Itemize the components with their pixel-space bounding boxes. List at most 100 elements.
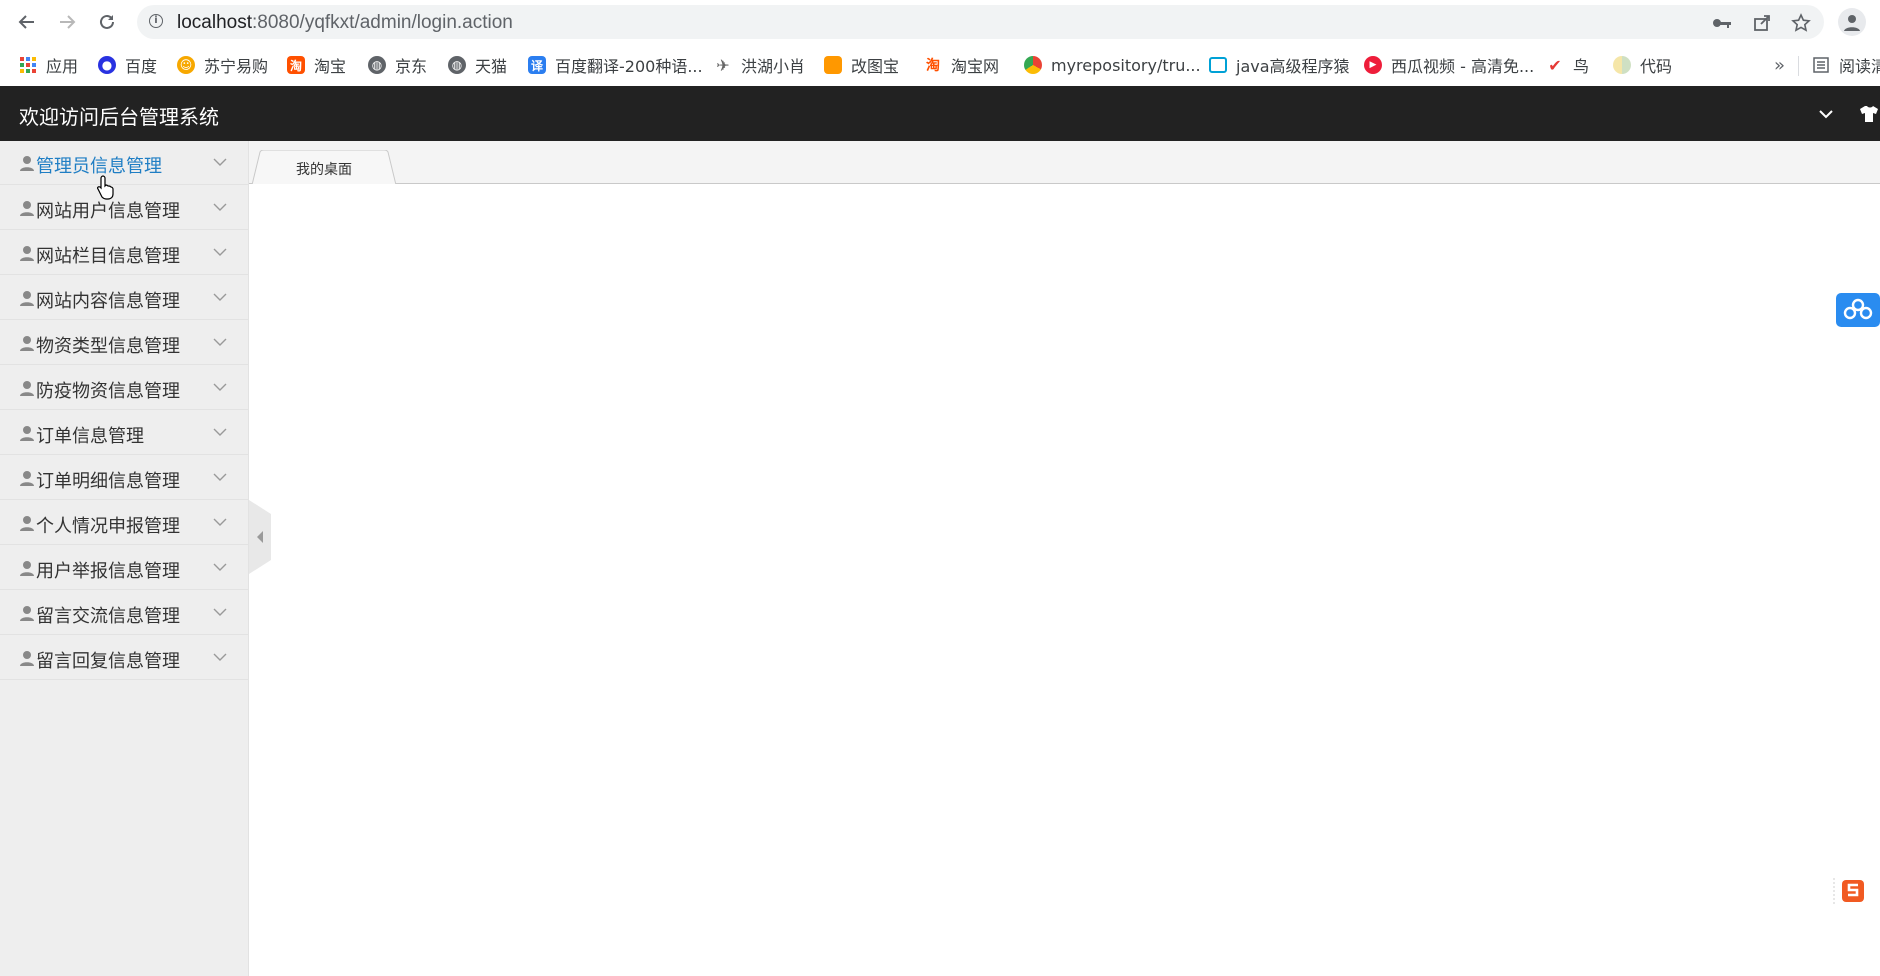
sidebar-collapse-handle[interactable] <box>249 500 271 574</box>
site-info-icon[interactable]: i <box>149 14 163 28</box>
tab-label: 我的桌面 <box>296 162 352 178</box>
bookmarks-bar: 应用 ● 百度 ☺ 苏宁易购 淘 淘宝 ◍ 京东 ◍ 天猫 译 百度翻译-200… <box>0 44 1880 87</box>
back-button[interactable] <box>13 8 41 36</box>
sidebar-item-message-replies[interactable]: 留言回复信息管理 <box>0 636 248 680</box>
chevron-down-icon <box>213 203 227 211</box>
sidebar-item-admin-info[interactable]: 管理员信息管理 <box>0 141 248 185</box>
sidebar-item-label: 个人情况申报管理 <box>36 516 180 537</box>
app-header: 欢迎访问后台管理系统 <box>0 86 1880 141</box>
tab-my-desktop[interactable]: 我的桌面 <box>252 150 396 185</box>
chevron-down-icon <box>213 428 227 436</box>
bookmark-baidu[interactable]: ● 百度 <box>98 54 157 76</box>
sidebar-item-site-content[interactable]: 网站内容信息管理 <box>0 276 248 320</box>
bookmark-star-icon[interactable] <box>1790 12 1812 34</box>
bookmark-honghu[interactable]: ✈ 洪湖小肖 <box>714 54 806 77</box>
chevron-down-icon <box>213 653 227 661</box>
bookmark-java[interactable]: java高级程序猿 <box>1209 54 1350 76</box>
bookmark-label: 天猫 <box>475 57 508 76</box>
bookmark-suning[interactable]: ☺ 苏宁易购 <box>177 54 268 76</box>
chevron-down-icon <box>213 338 227 346</box>
sidebar-item-epidemic-supplies[interactable]: 防疫物资信息管理 <box>0 366 248 410</box>
user-icon <box>20 291 34 306</box>
app-title: 欢迎访问后台管理系统 <box>19 105 219 129</box>
arrow-right-icon <box>60 15 76 29</box>
chevron-down-icon[interactable] <box>1816 104 1836 124</box>
sidebar-item-order-details[interactable]: 订单明细信息管理 <box>0 456 248 500</box>
overflow-chevron-icon: » <box>1774 54 1786 76</box>
bookmark-label: 代码 <box>1640 57 1673 76</box>
taobao-icon: 淘 <box>287 56 305 74</box>
user-icon <box>20 471 34 486</box>
user-icon <box>20 516 34 531</box>
bookmark-niao[interactable]: ✔ 鸟 <box>1546 54 1589 77</box>
user-icon <box>20 201 34 216</box>
url-host: localhost <box>177 12 252 33</box>
cloud-sync-floating-icon[interactable] <box>1836 293 1880 327</box>
reading-list-label: 阅读清 <box>1839 57 1880 76</box>
bookmark-label: 应用 <box>46 57 79 76</box>
user-icon <box>20 426 34 441</box>
globe-icon: ◍ <box>448 56 466 74</box>
share-icon[interactable] <box>1751 12 1773 34</box>
bookmark-label: 洪湖小肖 <box>741 57 806 76</box>
input-method-s-icon[interactable] <box>1832 876 1880 906</box>
user-icon <box>20 381 34 396</box>
bookmark-label: myrepository/tru... <box>1051 55 1201 75</box>
sidebar-item-site-users[interactable]: 网站用户信息管理 <box>0 186 248 230</box>
bookmark-xigua[interactable]: ▶ 西瓜视频 - 高清免... <box>1364 54 1534 76</box>
reading-list-button[interactable]: 阅读清 <box>1812 54 1880 76</box>
bilibili-tv-icon <box>1209 57 1227 73</box>
url-text[interactable]: localhost:8080/yqfkxt/admin/login.action <box>177 12 513 34</box>
hand-cursor-icon <box>97 175 114 200</box>
sidebar-menu: 管理员信息管理 网站用户信息管理 网站栏目信息管理 网站内容信息管理 物资类型信… <box>0 141 249 976</box>
baidu-translate-icon: 译 <box>528 56 546 74</box>
user-icon <box>20 156 34 171</box>
arrow-left-icon <box>18 15 34 29</box>
key-icon[interactable] <box>1711 12 1733 34</box>
user-icon <box>20 246 34 261</box>
moon-icon <box>1613 56 1631 74</box>
sidebar-item-site-columns[interactable]: 网站栏目信息管理 <box>0 231 248 275</box>
bookmark-taobao-net[interactable]: 淘 淘宝网 <box>924 54 999 76</box>
bookmark-label: 百度翻译-200种语... <box>555 57 703 76</box>
sidebar-item-supply-types[interactable]: 物资类型信息管理 <box>0 321 248 365</box>
profile-avatar-icon[interactable] <box>1838 8 1866 36</box>
gaitubao-icon <box>824 56 842 74</box>
skin-shirt-icon[interactable] <box>1858 103 1880 125</box>
bookmark-label: java高级程序猿 <box>1236 57 1350 76</box>
bookmark-jd[interactable]: ◍ 京东 <box>368 54 427 76</box>
sidebar-item-label: 订单信息管理 <box>36 426 144 447</box>
sidebar-item-label: 网站用户信息管理 <box>36 201 180 222</box>
reload-button[interactable] <box>93 8 121 36</box>
bookmark-daima[interactable]: 代码 <box>1613 54 1672 76</box>
bookmark-taobao[interactable]: 淘 淘宝 <box>287 54 346 76</box>
bookmark-baidu-translate[interactable]: 译 百度翻译-200种语... <box>528 54 703 76</box>
bookmark-label: 京东 <box>395 57 428 76</box>
sidebar-item-label: 用户举报信息管理 <box>36 561 180 582</box>
bookmark-tmall[interactable]: ◍ 天猫 <box>448 54 507 76</box>
address-bar[interactable]: i localhost:8080/yqfkxt/admin/login.acti… <box>137 5 1824 39</box>
globe-icon: ◍ <box>368 56 386 74</box>
bookmark-gaitubao[interactable]: 改图宝 <box>824 54 899 76</box>
sidebar-item-label: 网站内容信息管理 <box>36 291 180 312</box>
sidebar-item-orders[interactable]: 订单信息管理 <box>0 411 248 455</box>
sidebar-item-user-reports[interactable]: 用户举报信息管理 <box>0 546 248 590</box>
forward-button[interactable] <box>53 8 81 36</box>
baidu-paw-icon: ● <box>98 56 116 74</box>
bookmark-label: 淘宝网 <box>951 57 1000 76</box>
bookmark-label: 百度 <box>125 57 158 76</box>
chevron-down-icon <box>213 383 227 391</box>
taobao-text-icon: 淘 <box>926 58 940 74</box>
bookmarks-overflow-button[interactable]: » <box>1774 54 1785 76</box>
bookmark-label: 苏宁易购 <box>204 57 269 76</box>
reading-list-icon <box>1812 56 1830 74</box>
sidebar-item-label: 物资类型信息管理 <box>36 336 180 357</box>
bookmark-apps[interactable]: 应用 <box>19 54 78 76</box>
bookmark-myrepository[interactable]: myrepository/tru... <box>1024 54 1201 76</box>
main-content-frame <box>249 184 1880 976</box>
chevron-down-icon <box>213 563 227 571</box>
chevron-down-icon <box>213 158 227 166</box>
sidebar-item-messages[interactable]: 留言交流信息管理 <box>0 591 248 635</box>
url-path: :8080/yqfkxt/admin/login.action <box>252 12 513 33</box>
sidebar-item-personal-report[interactable]: 个人情况申报管理 <box>0 501 248 545</box>
